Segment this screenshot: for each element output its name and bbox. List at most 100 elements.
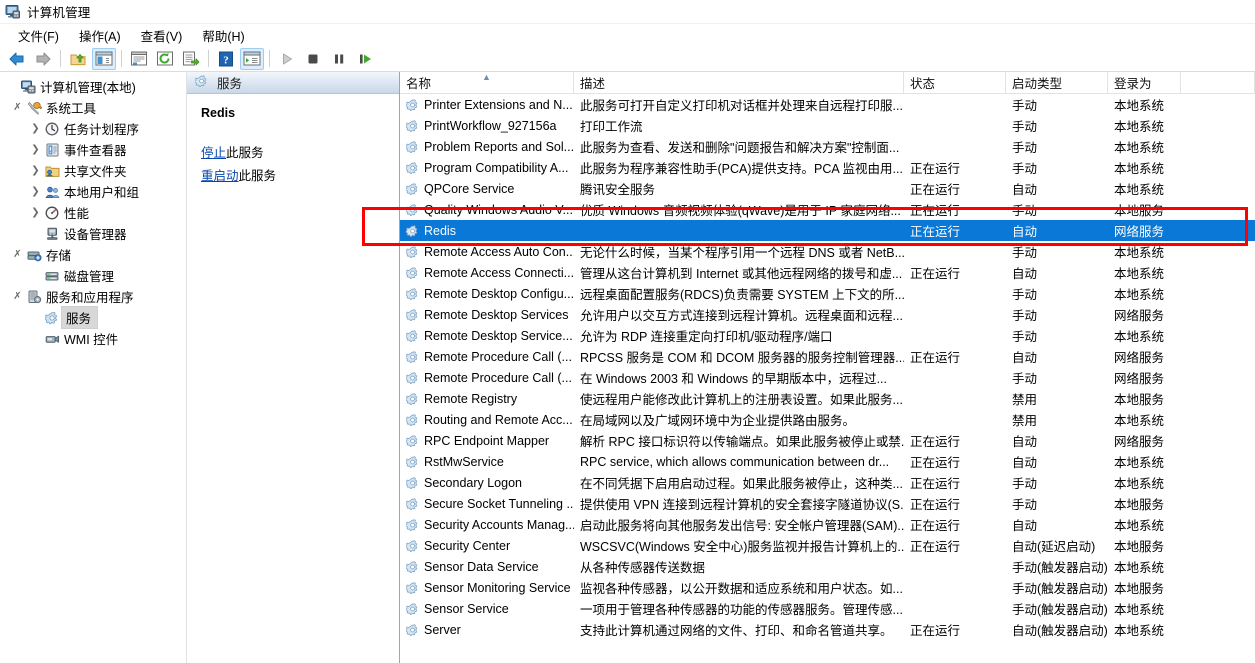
column-header-name[interactable]: 名称 ▲: [400, 72, 574, 93]
sidebar-item-storage[interactable]: ✗ 存储: [0, 244, 185, 265]
cell-service-name: Remote Desktop Configu...: [400, 283, 574, 304]
cell-status: [904, 556, 1006, 577]
cell-service-name: Remote Desktop Service...: [400, 325, 574, 346]
tree-twisty-expanded[interactable]: ✗: [10, 291, 25, 302]
column-header-startup-type[interactable]: 启动类型: [1006, 72, 1108, 93]
table-row[interactable]: Secondary Logon 在不同凭据下启用启动过程。如果此服务被停止，这种…: [400, 472, 1255, 493]
forward-icon[interactable]: [31, 48, 55, 70]
table-row[interactable]: Program Compatibility A... 此服务为程序兼容性助手(P…: [400, 157, 1255, 178]
sidebar-item-computer-management[interactable]: 计算机管理(本地): [0, 76, 185, 97]
cell-logon-as: 本地服务: [1108, 388, 1181, 409]
table-row[interactable]: PrintWorkflow_927156a 打印工作流 手动 本地系统: [400, 115, 1255, 136]
start-service-icon[interactable]: [275, 48, 299, 70]
table-row[interactable]: Quality Windows Audio V... 优质 Windows 音频…: [400, 199, 1255, 220]
menu-help[interactable]: 帮助(H): [192, 24, 254, 47]
tree-twisty-collapsed[interactable]: ❯: [28, 207, 43, 218]
table-row[interactable]: RstMwService RPC service, which allows c…: [400, 451, 1255, 472]
cell-filler: [1181, 409, 1255, 430]
sidebar-item-shared-folders[interactable]: ❯ 共享文件夹: [0, 160, 185, 181]
window-title: 计算机管理: [27, 6, 91, 20]
tree-twisty-expanded[interactable]: ✗: [10, 102, 25, 113]
service-name-text: Sensor Data Service: [424, 559, 539, 574]
cell-status: 正在运行: [904, 220, 1006, 241]
cell-logon-as: 本地系统: [1108, 157, 1181, 178]
sidebar-item-system-tools[interactable]: ✗ 系统工具: [0, 97, 185, 118]
table-row[interactable]: Secure Socket Tunneling ... 提供使用 VPN 连接到…: [400, 493, 1255, 514]
sidebar-item-local-users-and-groups[interactable]: ❯ 本地用户和组: [0, 181, 185, 202]
table-row[interactable]: Sensor Data Service 从各种传感器传送数据 手动(触发器启动)…: [400, 556, 1255, 577]
tree-twisty-expanded[interactable]: ✗: [10, 249, 25, 260]
cell-description: 从各种传感器传送数据: [574, 556, 904, 577]
cell-service-name: Routing and Remote Acc...: [400, 409, 574, 430]
export-list-icon[interactable]: [179, 48, 203, 70]
table-row[interactable]: Remote Desktop Configu... 远程桌面配置服务(RDCS)…: [400, 283, 1255, 304]
table-row[interactable]: Printer Extensions and N... 此服务可打开自定义打印机…: [400, 94, 1255, 115]
restart-service-link[interactable]: 重启动: [201, 169, 239, 183]
table-row[interactable]: Server 支持此计算机通过网络的文件、打印、和命名管道共享。 正在运行 自动…: [400, 619, 1255, 640]
table-row[interactable]: Remote Procedure Call (... 在 Windows 200…: [400, 367, 1255, 388]
show-action-pane-icon[interactable]: [240, 47, 264, 70]
table-row[interactable]: Sensor Service 一项用于管理各种传感器的功能的传感器服务。管理传感…: [400, 598, 1255, 619]
sidebar-item-task-scheduler[interactable]: ❯ 任务计划程序: [0, 118, 185, 139]
stop-service-link[interactable]: 停止: [201, 146, 226, 160]
tree-twisty-collapsed[interactable]: ❯: [28, 165, 43, 176]
logon-as-text: 网络服务: [1114, 372, 1165, 386]
startup-type-text: 手动: [1012, 99, 1038, 113]
description-text: 解析 RPC 接口标识符以传输端点。如果此服务被停止或禁...: [580, 435, 904, 449]
sidebar-item-services-and-applications[interactable]: ✗ 服务和应用程序: [0, 286, 185, 307]
help-icon[interactable]: ?: [214, 48, 238, 70]
table-row[interactable]: Remote Desktop Services 允许用户以交互方式连接到远程计算…: [400, 304, 1255, 325]
cell-status: 正在运行: [904, 451, 1006, 472]
cell-status: 正在运行: [904, 535, 1006, 556]
menu-file[interactable]: 文件(F): [8, 24, 69, 47]
tree-twisty-collapsed[interactable]: ❯: [28, 186, 43, 197]
menu-view[interactable]: 查看(V): [131, 24, 193, 47]
column-header-status[interactable]: 状态: [904, 72, 1006, 93]
table-row[interactable]: Remote Access Auto Con... 无论什么时候，当某个程序引用…: [400, 241, 1255, 262]
up-folder-icon[interactable]: [66, 48, 90, 70]
table-row[interactable]: RPC Endpoint Mapper 解析 RPC 接口标识符以传输端点。如果…: [400, 430, 1255, 451]
stop-service-icon[interactable]: [301, 48, 325, 70]
sidebar-item-event-viewer[interactable]: ❯ 事件查看器: [0, 139, 185, 160]
table-row[interactable]: Security Accounts Manag... 启动此服务将向其他服务发出…: [400, 514, 1255, 535]
table-row[interactable]: Remote Registry 使远程用户能修改此计算机上的注册表设置。如果此服…: [400, 388, 1255, 409]
table-row[interactable]: QPCore Service 腾讯安全服务 正在运行 自动 本地系统: [400, 178, 1255, 199]
sidebar-item-wmi-control[interactable]: WMI 控件: [0, 328, 185, 349]
menu-action[interactable]: 操作(A): [69, 24, 131, 47]
service-name-text: Remote Registry: [424, 391, 518, 406]
status-text: 正在运行: [910, 540, 961, 554]
wmi-control-icon: [43, 332, 61, 346]
refresh-icon[interactable]: [153, 48, 177, 70]
table-row[interactable]: Remote Procedure Call (... RPCSS 服务是 COM…: [400, 346, 1255, 367]
sidebar-item-device-manager[interactable]: 设备管理器: [0, 223, 185, 244]
table-row-selected[interactable]: Redis 正在运行 自动 网络服务: [400, 220, 1255, 241]
table-row[interactable]: Security Center WSCSVC(Windows 安全中心)服务监视…: [400, 535, 1255, 556]
column-header-logon-as[interactable]: 登录为: [1108, 72, 1181, 93]
logon-as-text: 网络服务: [1114, 435, 1165, 449]
properties-icon[interactable]: [127, 48, 151, 70]
service-gear-icon: [405, 455, 420, 469]
service-gear-icon: [43, 311, 61, 325]
table-row[interactable]: Problem Reports and Sol... 此服务为查看、发送和删除"…: [400, 136, 1255, 157]
column-header-description[interactable]: 描述: [574, 72, 904, 93]
table-row[interactable]: Sensor Monitoring Service 监视各种传感器，以公开数据和…: [400, 577, 1255, 598]
table-row[interactable]: Routing and Remote Acc... 在局域网以及广域网环境中为企…: [400, 409, 1255, 430]
back-icon[interactable]: [5, 48, 29, 70]
sidebar-item-disk-management[interactable]: 磁盘管理: [0, 265, 185, 286]
startup-type-text: 手动: [1012, 141, 1038, 155]
cell-logon-as: 本地系统: [1108, 94, 1181, 115]
table-row[interactable]: Remote Access Connecti... 管理从这台计算机到 Inte…: [400, 262, 1255, 283]
tree-twisty-collapsed[interactable]: ❯: [28, 123, 43, 134]
show-hide-tree-icon[interactable]: [92, 47, 116, 70]
services-list-pane: 名称 ▲ 描述 状态 启动类型 登录为 Printer Extensions a…: [362, 72, 1255, 663]
service-gear-icon: [405, 623, 420, 637]
cell-startup-type: 禁用: [1006, 409, 1108, 430]
sidebar-item-services[interactable]: 服务: [0, 306, 185, 329]
tree-twisty-collapsed[interactable]: ❯: [28, 144, 43, 155]
restart-service-icon[interactable]: [353, 48, 377, 70]
sidebar-item-performance[interactable]: ❯ 性能: [0, 202, 185, 223]
task-scheduler-icon: [43, 122, 61, 136]
table-row[interactable]: Remote Desktop Service... 允许为 RDP 连接重定向打…: [400, 325, 1255, 346]
pause-service-icon[interactable]: [327, 48, 351, 70]
startup-type-text: 自动(延迟启动): [1012, 540, 1096, 554]
